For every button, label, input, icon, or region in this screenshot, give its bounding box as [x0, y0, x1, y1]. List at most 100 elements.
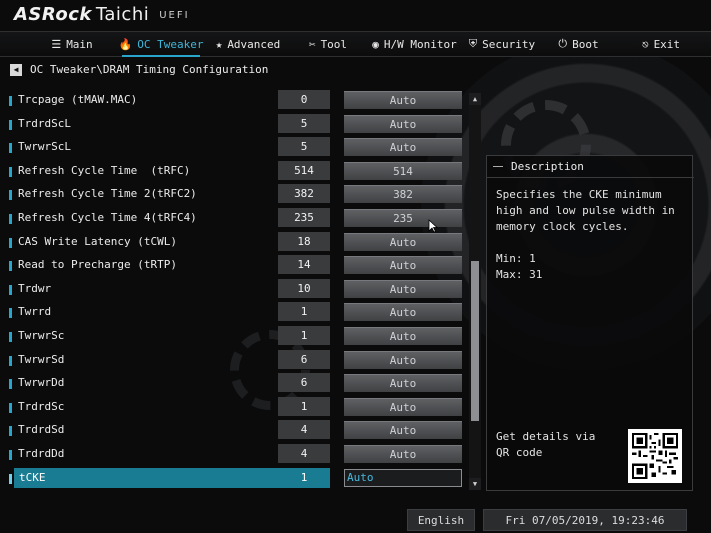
tab-boot[interactable]: ⏻ Boot: [541, 32, 616, 56]
setting-value-field[interactable]: Auto: [344, 232, 462, 251]
tab-hw-monitor[interactable]: ◉ H/W Monitor: [366, 32, 463, 56]
setting-row[interactable]: TrdrdDd 4 Auto: [0, 443, 480, 467]
tab-tool[interactable]: ✂ Tool: [290, 32, 366, 56]
breadcrumb: ◀ OC Tweaker\DRAM Timing Configuration: [10, 63, 268, 76]
arrow-down-icon: ▼: [472, 480, 478, 488]
arrow-up-icon: ▲: [472, 95, 478, 103]
setting-value-field[interactable]: Auto: [344, 444, 462, 463]
current-value: 5: [278, 137, 330, 157]
setting-row[interactable]: tCKE 1 Auto: [0, 467, 480, 491]
tab-main[interactable]: ☰ Main: [28, 32, 116, 56]
setting-row[interactable]: TwrwrSd 6 Auto: [0, 349, 480, 373]
current-value: 382: [278, 184, 330, 204]
current-value: 1: [278, 302, 330, 322]
setting-row[interactable]: Refresh Cycle Time (tRFC) 514 514: [0, 160, 480, 184]
setting-value-field[interactable]: Auto: [344, 114, 462, 133]
tools-icon: ✂: [308, 37, 316, 51]
setting-label: CAS Write Latency (tCWL): [18, 234, 177, 248]
setting-label: Refresh Cycle Time (tRFC): [18, 163, 191, 177]
tab-advanced[interactable]: ★ Advanced: [206, 32, 290, 56]
setting-value-field[interactable]: Auto: [344, 374, 462, 393]
exit-door-icon: ⎋: [641, 37, 649, 51]
setting-value-field[interactable]: Auto: [344, 256, 462, 275]
setting-label: Refresh Cycle Time 4(tRFC4): [18, 210, 197, 224]
setting-label: Read to Precharge (tRTP): [18, 258, 177, 272]
setting-value-field[interactable]: 235: [344, 208, 462, 227]
setting-value-field[interactable]: 514: [344, 161, 462, 180]
setting-value-field[interactable]: Auto: [344, 91, 462, 109]
row-bullet-icon: [9, 119, 12, 130]
current-value: 6: [278, 373, 330, 393]
setting-value-field[interactable]: 382: [344, 185, 462, 204]
setting-row[interactable]: Read to Precharge (tRTP) 14 Auto: [0, 254, 480, 278]
setting-row[interactable]: TrdrdScL 5 Auto: [0, 113, 480, 137]
setting-value-field[interactable]: Auto: [344, 421, 462, 440]
current-value: 6: [278, 349, 330, 369]
setting-value-field[interactable]: Auto: [344, 350, 462, 369]
scroll-down-button[interactable]: ▼: [469, 478, 481, 490]
setting-value-field[interactable]: Auto: [344, 326, 462, 345]
tab-exit[interactable]: ⎋ Exit: [616, 32, 706, 56]
star-icon: ★: [215, 37, 223, 51]
row-bullet-icon: [9, 355, 12, 366]
setting-row[interactable]: Trdwr 10 Auto: [0, 278, 480, 302]
flame-icon: 🔥: [118, 37, 133, 51]
setting-row[interactable]: Trcpage (tMAW.MAC) 0 Auto: [0, 89, 480, 113]
qr-code-icon: [632, 433, 678, 479]
setting-row[interactable]: Refresh Cycle Time 4(tRFC4) 235 235: [0, 207, 480, 231]
header: ASRock Taichi UEFI: [0, 0, 711, 30]
current-value: 1: [300, 470, 308, 484]
row-bullet-icon: [9, 166, 12, 177]
power-icon: ⏻: [558, 37, 568, 50]
setting-row[interactable]: CAS Write Latency (tCWL) 18 Auto: [0, 231, 480, 255]
scroll-up-button[interactable]: ▲: [469, 93, 481, 105]
current-value: 0: [278, 90, 330, 109]
tab-label: Main: [66, 37, 93, 51]
current-value: 1: [278, 325, 330, 345]
current-value: 514: [278, 160, 330, 180]
row-bullet-icon: [9, 473, 12, 484]
setting-row[interactable]: Twrrd 1 Auto: [0, 301, 480, 325]
setting-value-field[interactable]: Auto: [344, 279, 462, 298]
row-bullet-icon: [9, 426, 12, 437]
current-value: 5: [278, 113, 330, 133]
qr-label: Get details via QR code: [496, 430, 596, 459]
row-bullet-icon: [9, 237, 12, 248]
monitor-icon: ◉: [372, 37, 379, 51]
setting-row[interactable]: TwrwrScL 5 Auto: [0, 136, 480, 160]
setting-row[interactable]: TwrwrDd 6 Auto: [0, 372, 480, 396]
current-value: 4: [278, 420, 330, 440]
back-button[interactable]: ◀: [10, 63, 22, 76]
setting-row[interactable]: Refresh Cycle Time 2(tRFC2) 382 382: [0, 183, 480, 207]
row-bullet-icon: [9, 331, 12, 342]
tab-label: OC Tweaker: [137, 37, 204, 51]
row-bullet-icon: [9, 213, 12, 224]
current-value: 1: [278, 396, 330, 416]
setting-row[interactable]: TrdrdSc 1 Auto: [0, 396, 480, 420]
setting-label: Refresh Cycle Time 2(tRFC2): [18, 187, 197, 201]
brand-model: Taichi: [95, 4, 150, 25]
setting-value-field[interactable]: Auto: [344, 397, 462, 416]
tab-security[interactable]: ⛨ Security: [463, 32, 541, 56]
setting-label: TrdrdDd: [18, 446, 65, 460]
setting-value-field[interactable]: Auto: [344, 138, 462, 157]
setting-label: Trcpage (tMAW.MAC): [18, 93, 138, 106]
top-nav: ☰ Main 🔥 OC Tweaker ★ Advanced ✂ Tool ◉ H/W Monit…: [0, 31, 711, 57]
setting-value-field[interactable]: Auto: [344, 468, 462, 487]
scroll-thumb[interactable]: [471, 261, 479, 421]
scrollbar[interactable]: ▲ ▼: [469, 93, 481, 490]
list-icon: ☰: [51, 37, 62, 51]
setting-label: TwrwrSd: [18, 352, 65, 366]
row-bullet-icon: [9, 402, 12, 413]
tab-label: H/W Monitor: [383, 37, 457, 51]
firmware-label: UEFI: [159, 10, 190, 21]
setting-row[interactable]: TwrwrSc 1 Auto: [0, 325, 480, 349]
language-button[interactable]: English: [407, 509, 475, 531]
row-bullet-icon: [9, 190, 12, 201]
setting-row[interactable]: TrdrdSd 4 Auto: [0, 419, 480, 443]
datetime-display: Fri 07/05/2019, 19:23:46: [483, 509, 687, 531]
current-value: 14: [278, 255, 330, 275]
setting-value-field[interactable]: Auto: [344, 303, 462, 322]
tab-oc-tweaker[interactable]: 🔥 OC Tweaker: [116, 32, 206, 57]
setting-label: TrdrdScL: [18, 116, 71, 130]
